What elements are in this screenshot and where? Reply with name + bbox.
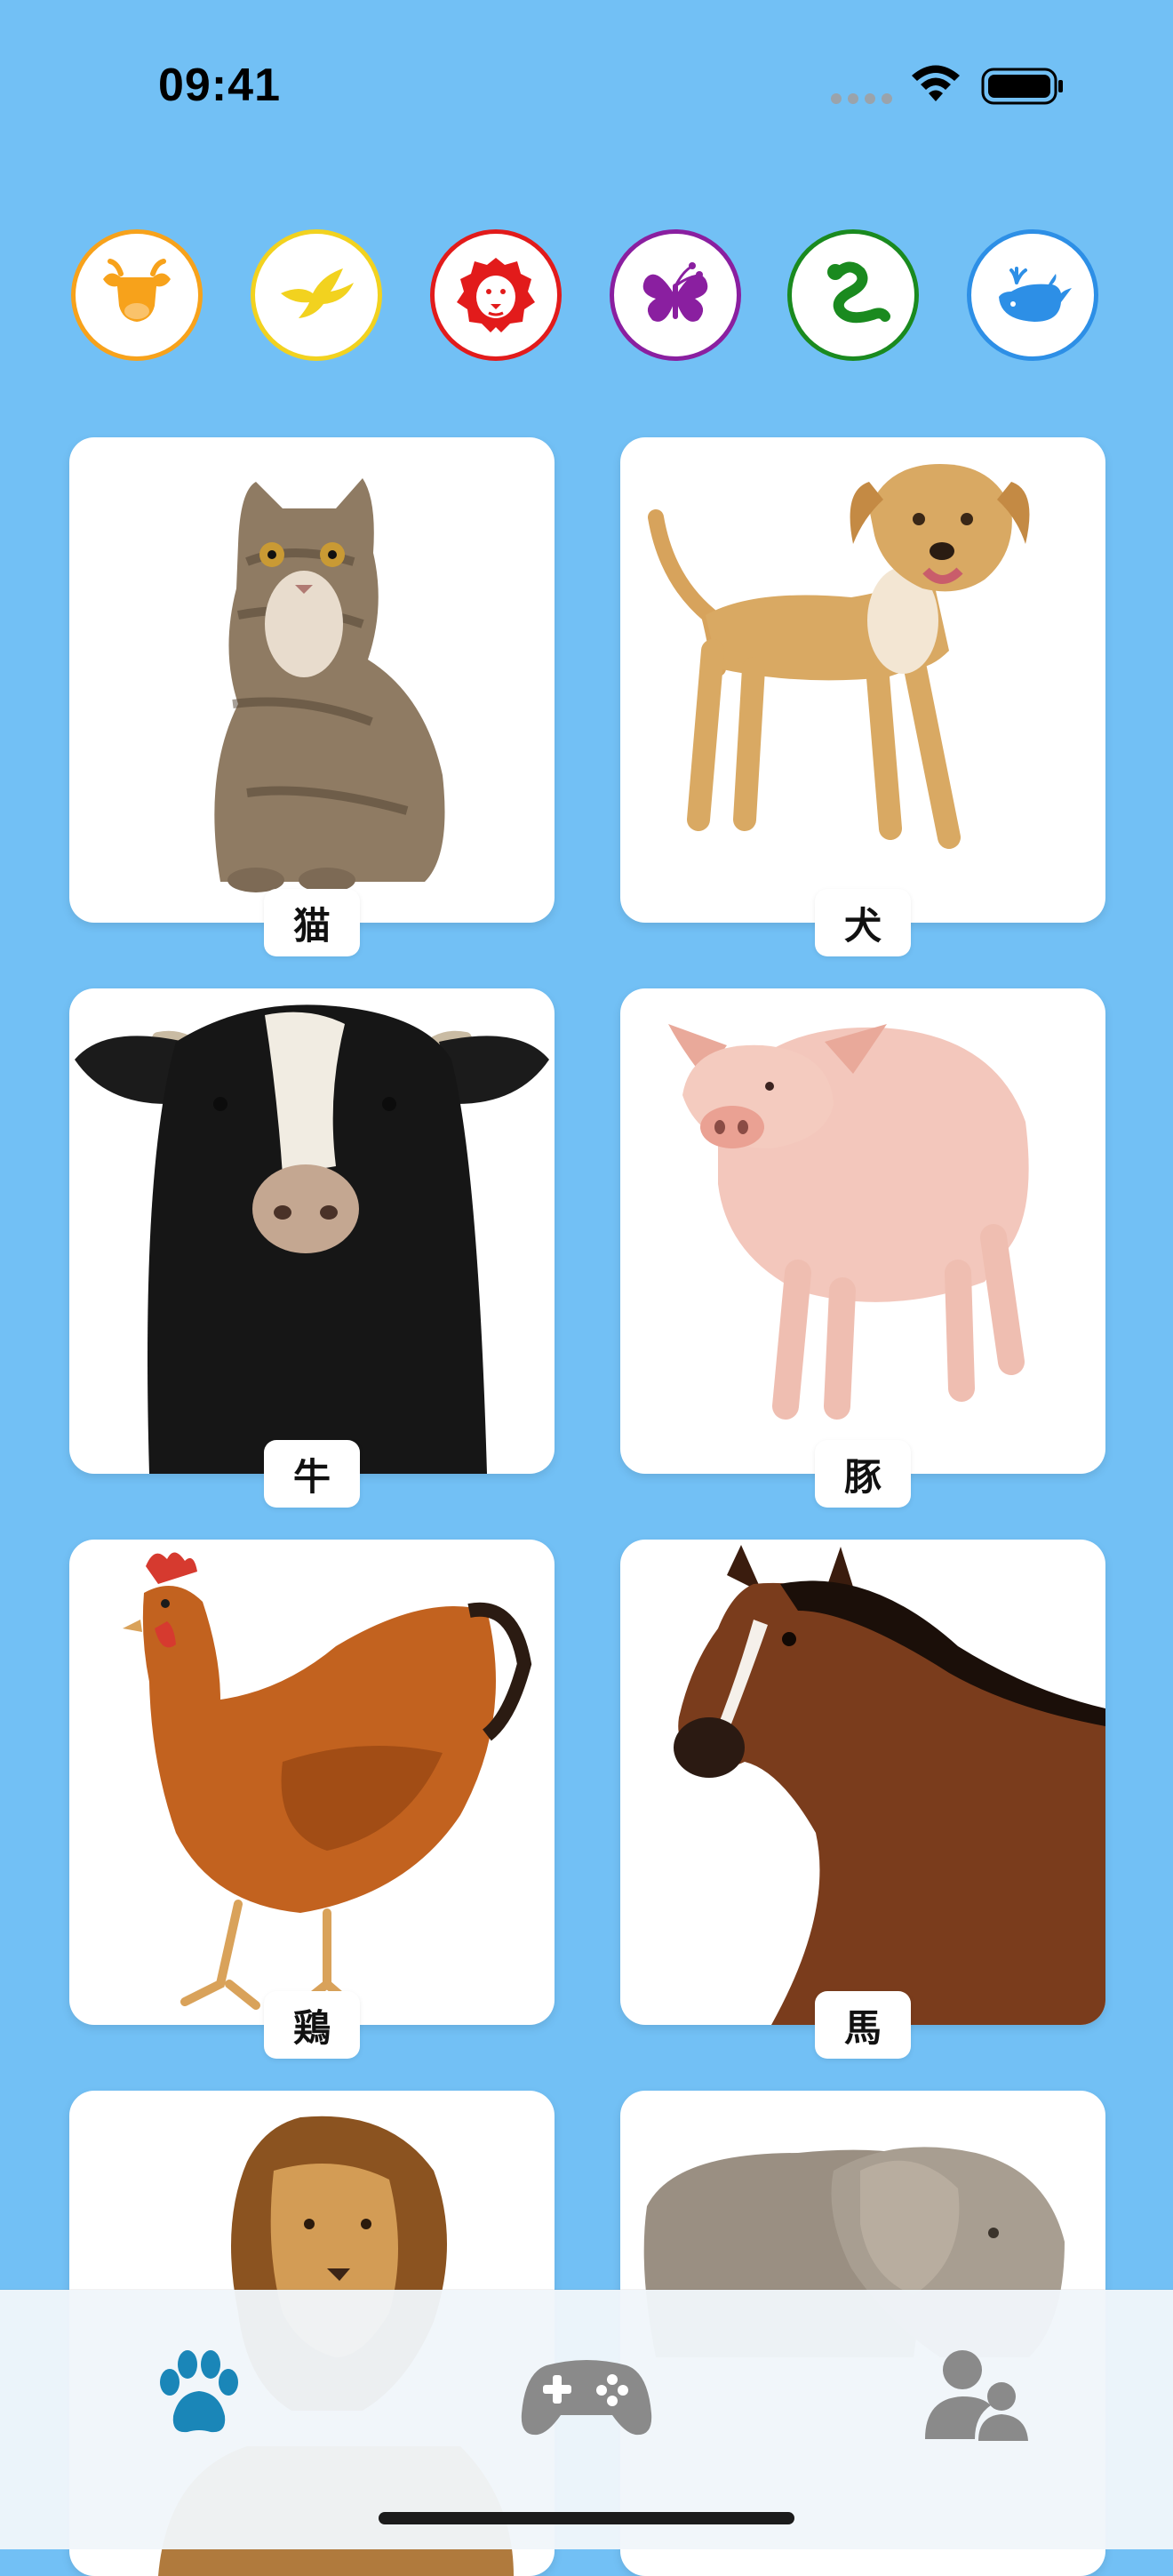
snake-icon <box>827 261 890 324</box>
lion-head-icon <box>457 258 535 332</box>
bird-icon <box>281 268 354 318</box>
category-sea-button[interactable] <box>967 229 1098 361</box>
paw-icon <box>160 2350 238 2433</box>
animal-card-chicken[interactable]: 鶏 <box>69 1540 555 2059</box>
chicken-photo <box>69 1540 555 2025</box>
category-reptiles-button[interactable] <box>787 229 919 361</box>
status-bar: 09:41 <box>0 0 1173 169</box>
butterfly-icon <box>642 262 708 322</box>
cat-photo <box>69 437 555 923</box>
animal-label: 馬 <box>815 1991 911 2059</box>
category-insects-button[interactable] <box>610 229 741 361</box>
cow-head-icon <box>103 259 171 322</box>
battery-icon <box>981 68 1063 105</box>
animal-card-dog[interactable]: 犬 <box>620 437 1105 956</box>
horse-photo <box>620 1540 1105 2025</box>
whale-icon <box>999 267 1072 322</box>
tab-animals[interactable] <box>126 2338 268 2453</box>
animal-label: 鶏 <box>264 1991 360 2059</box>
category-wild-button[interactable] <box>430 229 562 361</box>
animal-card-pig[interactable]: 豚 <box>620 988 1105 1508</box>
category-filter-row <box>0 229 1173 375</box>
animal-card-cow[interactable]: 牛 <box>69 988 555 1508</box>
wifi-icon <box>912 65 960 101</box>
category-birds-button[interactable] <box>251 229 382 361</box>
animal-card-cat[interactable]: 猫 <box>69 437 555 956</box>
home-indicator <box>379 2512 794 2524</box>
status-time: 09:41 <box>158 60 281 111</box>
animal-card-horse[interactable]: 馬 <box>620 1540 1105 2059</box>
cellular-signal-icon <box>831 93 892 104</box>
users-icon <box>925 2350 1028 2441</box>
category-farm-button[interactable] <box>71 229 203 361</box>
animal-label: 犬 <box>815 889 911 956</box>
dog-photo <box>620 437 1105 923</box>
gamepad-icon <box>521 2360 652 2436</box>
animal-label: 豚 <box>815 1440 911 1508</box>
animal-label: 猫 <box>264 889 360 956</box>
tab-profile[interactable] <box>906 2338 1049 2453</box>
pig-photo <box>620 988 1105 1474</box>
animal-grid: 猫 犬 牛 豚 鶏 馬 <box>0 437 1173 2576</box>
cow-photo <box>69 988 555 1474</box>
tab-games[interactable] <box>515 2338 658 2453</box>
animal-label: 牛 <box>264 1440 360 1508</box>
tab-bar <box>0 2290 1173 2549</box>
